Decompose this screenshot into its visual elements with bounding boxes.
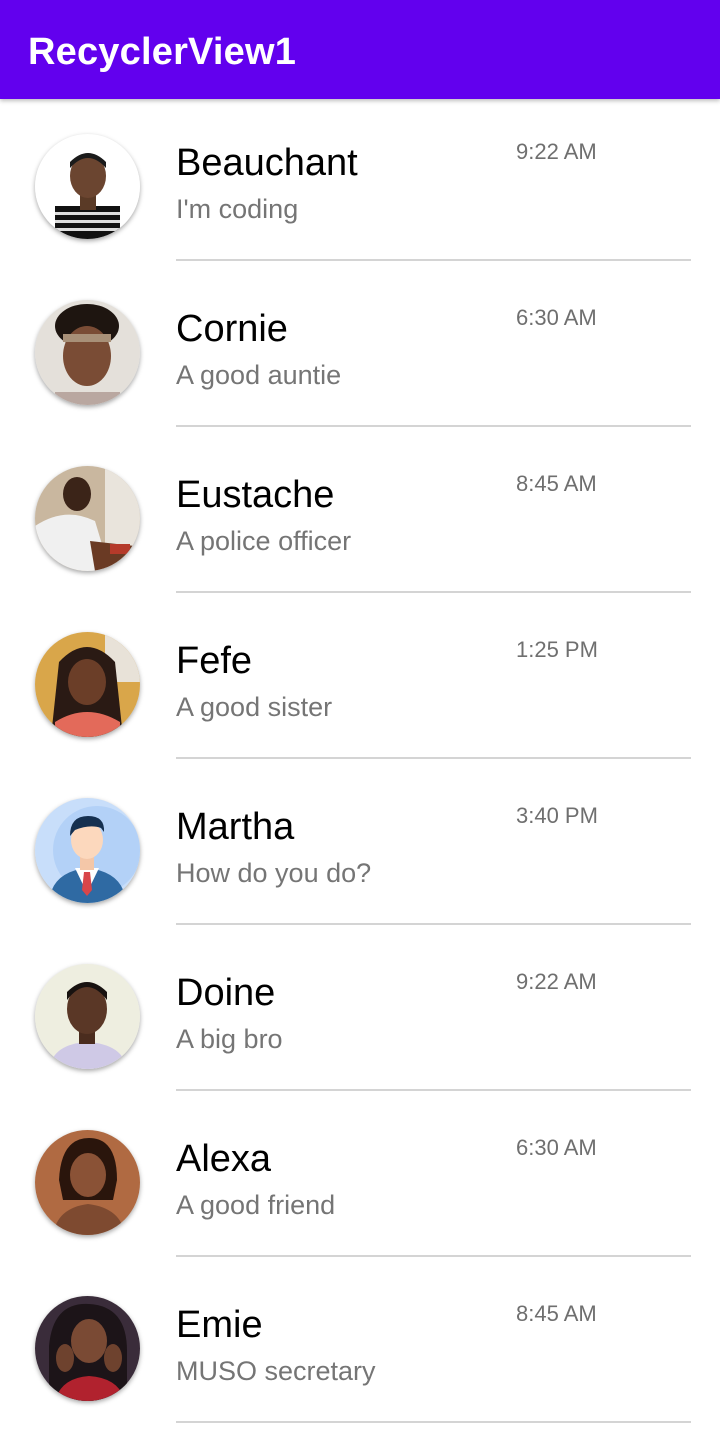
list-item[interactable]: Cornie A good auntie 6:30 AM [0,265,720,431]
message-time: 9:22 AM [516,969,597,994]
avatar[interactable] [35,798,140,903]
person-photo-icon [35,964,140,1069]
person-photo-icon [35,134,140,239]
person-photo-icon [35,1130,140,1235]
message-time: 6:30 AM [516,305,597,330]
divider [176,425,691,427]
person-photo-icon [35,300,140,405]
contact-status: How do you do? [176,858,372,888]
contact-status: A police officer [176,526,352,556]
avatar[interactable] [35,466,140,571]
contact-list[interactable]: Beauchant I'm coding 9:22 AM Cornie A go… [0,99,720,1427]
contact-name: Fefe [176,640,253,682]
app-bar: RecyclerView1 [0,0,720,99]
contact-name: Martha [176,806,295,848]
list-item[interactable]: Doine A big bro 9:22 AM [0,929,720,1095]
contact-name: Eustache [176,474,335,516]
contact-name: Cornie [176,308,288,350]
divider [176,923,691,925]
contact-status: A big bro [176,1024,283,1054]
divider [176,1421,691,1423]
list-item[interactable]: Alexa A good friend 6:30 AM [0,1095,720,1261]
contact-name: Beauchant [176,142,358,184]
contact-name: Doine [176,972,276,1014]
list-item[interactable]: Martha How do you do? 3:40 PM [0,763,720,929]
list-item[interactable]: Fefe A good sister 1:25 PM [0,597,720,763]
avatar[interactable] [35,300,140,405]
app-title: RecyclerView1 [28,31,297,73]
contact-name: Alexa [176,1138,272,1180]
avatar[interactable] [35,1296,140,1401]
person-photo-icon [35,632,140,737]
list-item[interactable]: Emie MUSO secretary 8:45 AM [0,1261,720,1427]
divider [176,757,691,759]
businessman-avatar-icon [35,798,140,903]
avatar[interactable] [35,632,140,737]
person-photo-icon [35,1296,140,1401]
message-time: 8:45 AM [516,1301,597,1326]
message-time: 9:22 AM [516,139,597,164]
avatar[interactable] [35,134,140,239]
list-item[interactable]: Eustache A police officer 8:45 AM [0,431,720,597]
divider [176,259,691,261]
avatar[interactable] [35,1130,140,1235]
message-time: 1:25 PM [516,637,598,662]
message-time: 6:30 AM [516,1135,597,1160]
message-time: 3:40 PM [516,803,598,828]
avatar[interactable] [35,964,140,1069]
divider [176,1089,691,1091]
contact-status: I'm coding [176,194,299,224]
contact-status: A good auntie [176,360,342,390]
divider [176,1255,691,1257]
contact-name: Emie [176,1304,263,1346]
list-item[interactable]: Beauchant I'm coding 9:22 AM [0,99,720,265]
contact-status: MUSO secretary [176,1356,376,1386]
contact-status: A good sister [176,692,333,722]
message-time: 8:45 AM [516,471,597,496]
contact-status: A good friend [176,1190,336,1220]
person-photo-icon [35,466,140,571]
divider [176,591,691,593]
